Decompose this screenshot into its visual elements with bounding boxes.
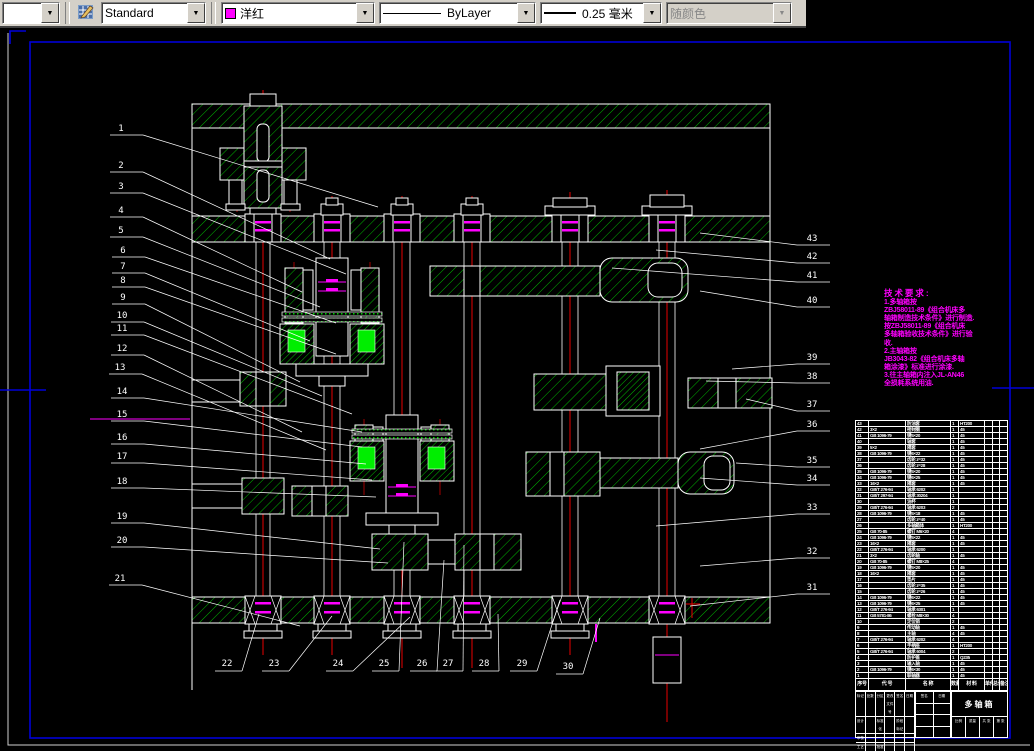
svg-text:31: 31: [807, 583, 818, 593]
svg-text:14: 14: [117, 387, 128, 397]
svg-text:34: 34: [807, 474, 818, 484]
svg-text:10: 10: [117, 311, 128, 321]
parts-list-header: 序号代 号名 称数量材 料单件总计备注: [856, 679, 1007, 691]
gear-cluster-2: [350, 415, 454, 535]
svg-text:36: 36: [807, 420, 818, 430]
toolbar-separator: [211, 2, 216, 24]
cad-application-window: ▼ Standard ▼ 洋红 ▼: [0, 0, 1034, 751]
plotstyle-combo-value: 随颜色: [667, 3, 773, 23]
svg-text:18: 18: [117, 477, 128, 487]
drawing-title: 多轴箱: [952, 692, 1007, 717]
svg-text:7: 7: [120, 262, 125, 272]
text-style-button[interactable]: [75, 2, 97, 24]
svg-text:24: 24: [333, 659, 344, 669]
color-swatch-magenta: [225, 8, 236, 19]
svg-text:30: 30: [563, 662, 574, 672]
plotstyle-combo: 随颜色 ▼: [666, 2, 792, 24]
svg-text:11: 11: [117, 324, 128, 334]
svg-text:4: 4: [118, 206, 123, 216]
svg-text:6: 6: [120, 246, 125, 256]
svg-text:38: 38: [807, 372, 818, 382]
svg-text:32: 32: [807, 547, 818, 557]
parts-list-table: 43防油套1HT200423×2密封圈14541GB 1096-79键5×201…: [855, 420, 1008, 738]
svg-text:21: 21: [115, 574, 126, 584]
text-style-value: Standard: [102, 3, 187, 23]
svg-text:3: 3: [118, 182, 123, 192]
svg-text:35: 35: [807, 456, 818, 466]
lineweight-combo-value: 0.25 毫米: [582, 5, 633, 22]
svg-text:13: 13: [115, 363, 126, 373]
color-combo[interactable]: 洋红 ▼: [221, 2, 375, 24]
style-grid-pencil-icon: [77, 3, 95, 21]
title-block-signature-grid: 签名日期: [916, 692, 952, 737]
svg-text:39: 39: [807, 353, 818, 363]
svg-text:42: 42: [807, 252, 818, 262]
svg-text:8: 8: [120, 276, 125, 286]
svg-text:12: 12: [117, 344, 128, 354]
svg-text:27: 27: [443, 659, 454, 669]
svg-text:26: 26: [417, 659, 428, 669]
properties-toolbar: ▼ Standard ▼ 洋红 ▼: [0, 0, 806, 28]
title-block-sub-cells: 比例质量共 张第 张: [952, 717, 1007, 737]
chevron-down-icon[interactable]: ▼: [643, 3, 661, 23]
linetype-combo[interactable]: ByLayer ▼: [379, 2, 536, 24]
chevron-down-icon: ▼: [773, 3, 791, 23]
svg-text:40: 40: [807, 296, 818, 306]
svg-text:41: 41: [807, 271, 818, 281]
svg-text:19: 19: [117, 512, 128, 522]
chevron-down-icon[interactable]: ▼: [41, 3, 59, 23]
linetype-sample: [383, 13, 441, 14]
chevron-down-icon[interactable]: ▼: [517, 3, 535, 23]
svg-text:20: 20: [117, 536, 128, 546]
svg-text:16: 16: [117, 433, 128, 443]
svg-text:22: 22: [222, 659, 233, 669]
lineweight-combo[interactable]: 0.25 毫米 ▼: [540, 2, 662, 24]
svg-text:9: 9: [120, 293, 125, 303]
linetype-combo-value: ByLayer: [447, 6, 491, 20]
color-combo-value: 洋红: [240, 5, 264, 22]
svg-text:17: 17: [117, 452, 128, 462]
title-block-right: 多轴箱 比例质量共 张第 张: [952, 692, 1007, 737]
svg-text:29: 29: [517, 659, 528, 669]
parts-list-rows: 43防油套1HT200423×2密封圈14541GB 1096-79键5×201…: [856, 421, 1007, 679]
svg-text:1: 1: [118, 124, 123, 134]
assembly-drawing: [90, 90, 772, 722]
chevron-down-icon[interactable]: ▼: [187, 3, 205, 23]
chevron-down-icon[interactable]: ▼: [356, 3, 374, 23]
toolbar-separator: [65, 2, 70, 24]
lineweight-sample: [544, 12, 576, 14]
title-block: 标记处数分区更改文件号签名日期设计标准化阶段标记审核工艺批准 签名日期 多轴箱 …: [856, 691, 1007, 737]
layer-combo-value: [3, 3, 41, 23]
svg-text:33: 33: [807, 503, 818, 513]
svg-text:25: 25: [379, 659, 390, 669]
title-block-revision-grid: 标记处数分区更改文件号签名日期设计标准化阶段标记审核工艺批准: [856, 692, 916, 737]
text-style-combo[interactable]: Standard ▼: [101, 2, 206, 24]
gear-cluster-1: [280, 258, 384, 386]
svg-text:43: 43: [807, 234, 818, 244]
svg-text:15: 15: [117, 410, 128, 420]
svg-text:5: 5: [118, 226, 123, 236]
layer-combo[interactable]: ▼: [2, 2, 60, 24]
technical-notes: 技 术 要 求 :1.多轴箱按ZBJ58011-89《组合机床多轴箱制造技术条件…: [884, 289, 976, 388]
svg-text:37: 37: [807, 400, 818, 410]
svg-text:2: 2: [118, 161, 123, 171]
svg-text:28: 28: [479, 659, 490, 669]
svg-text:23: 23: [269, 659, 280, 669]
